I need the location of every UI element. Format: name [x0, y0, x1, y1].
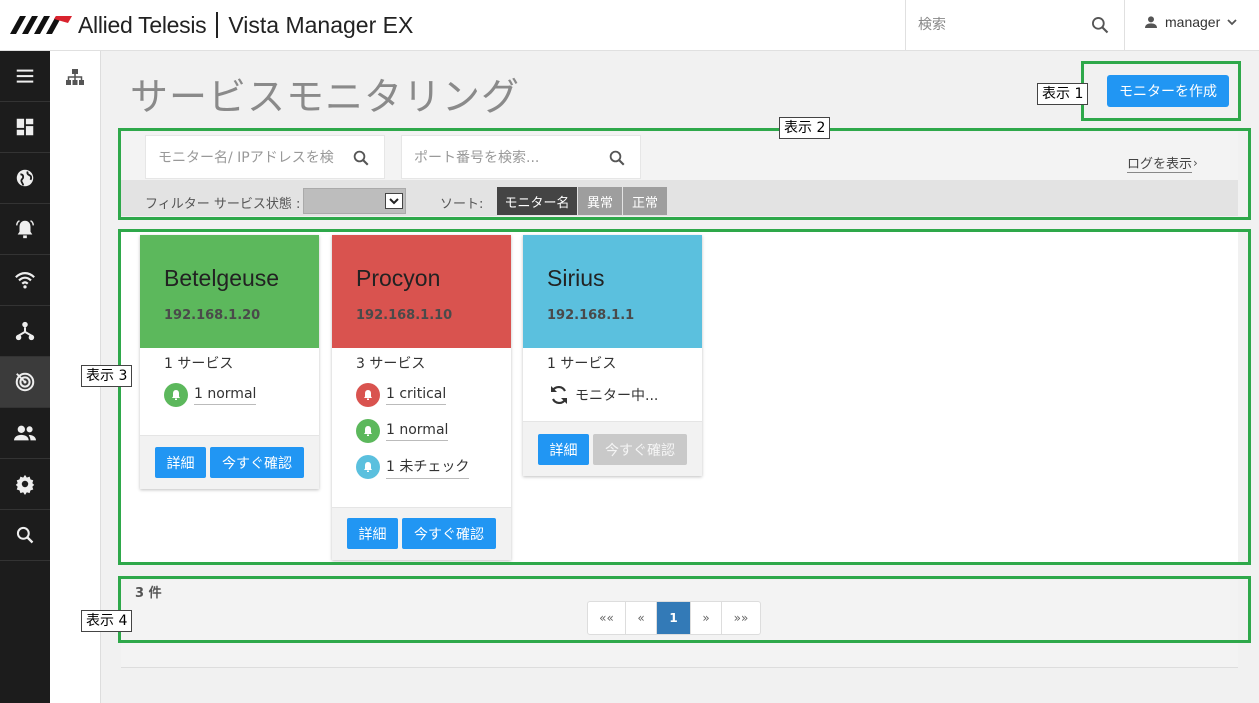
nav-settings[interactable]	[0, 459, 50, 510]
brand-divider	[216, 12, 219, 38]
callout-4: 表示 4	[81, 610, 133, 632]
search-icon[interactable]	[1090, 15, 1110, 35]
chevron-down-icon	[1227, 19, 1237, 26]
globe-icon	[16, 169, 34, 187]
nav-dashboard[interactable]	[0, 102, 50, 153]
nav-users[interactable]	[0, 408, 50, 459]
settings-icon	[15, 474, 35, 495]
brand-name: Allied Telesis	[78, 11, 207, 38]
callout-3: 表示 3	[81, 365, 133, 387]
highlight-box-4	[118, 576, 1251, 643]
user-menu[interactable]: manager	[1143, 14, 1238, 30]
create-monitor-button[interactable]: モニターを作成	[1107, 75, 1229, 107]
nav-service-monitoring[interactable]	[0, 357, 50, 408]
monitoring-icon	[15, 372, 35, 392]
nav-alarms[interactable]	[0, 204, 50, 255]
sitemap-icon[interactable]	[66, 69, 84, 85]
callout-1: 表示 1	[1037, 83, 1089, 105]
nav-topology[interactable]	[0, 306, 50, 357]
global-search-input[interactable]	[918, 13, 1078, 37]
top-bar: Allied Telesis Vista Manager EX manager	[0, 0, 1259, 51]
nav-menu[interactable]	[0, 51, 50, 102]
search-icon	[16, 526, 34, 544]
callout-2: 表示 2	[779, 117, 831, 139]
user-icon	[1145, 16, 1157, 28]
page-title: サービスモニタリング	[130, 75, 521, 119]
user-name: manager	[1165, 14, 1221, 30]
menu-icon	[16, 69, 34, 83]
nav-wireless[interactable]	[0, 255, 50, 306]
global-search	[905, 0, 1125, 51]
users-icon	[14, 425, 36, 441]
dashboard-icon	[16, 118, 34, 136]
topology-icon	[15, 321, 35, 341]
alarm-icon	[16, 220, 34, 239]
highlight-box-3	[118, 229, 1251, 565]
nav-search[interactable]	[0, 510, 50, 561]
left-navigation	[0, 51, 50, 703]
product-name: Vista Manager EX	[228, 11, 414, 38]
allied-telesis-logo-icon	[10, 16, 72, 34]
wifi-icon	[15, 272, 35, 289]
nav-network-map[interactable]	[0, 153, 50, 204]
highlight-box-2	[118, 128, 1251, 220]
logo: Allied Telesis Vista Manager EX	[10, 10, 413, 40]
